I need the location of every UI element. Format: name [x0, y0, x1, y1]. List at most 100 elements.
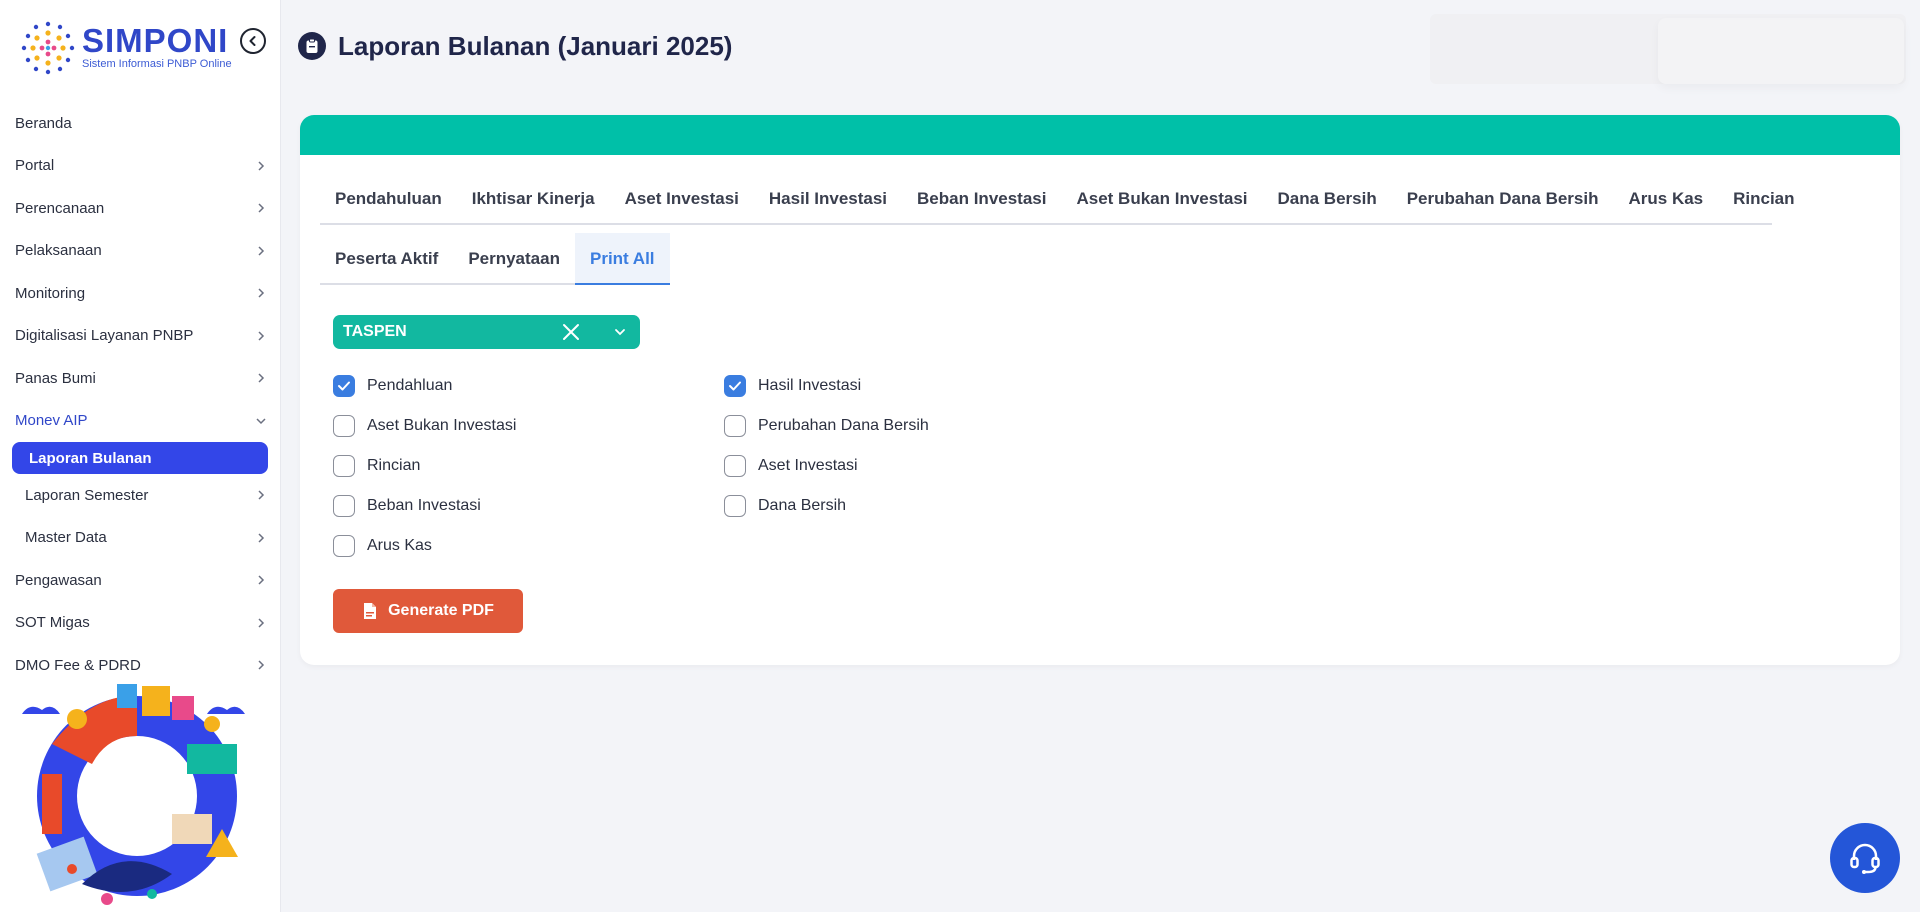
sidebar-item-label: Monev AIP — [15, 412, 88, 430]
sidebar-item-label: Portal — [15, 157, 55, 175]
generate-pdf-button[interactable]: Generate PDF — [333, 589, 523, 633]
tab-peserta-aktif[interactable]: Peserta Aktif — [320, 233, 453, 285]
sidebar-item-label: Digitalisasi Layanan PNBP — [15, 327, 194, 345]
brand-name: SIMPONI — [82, 22, 229, 59]
sidebar-item-dmo-fee[interactable]: DMO Fee & PDRD — [0, 644, 280, 687]
checkbox-label: Beban Investasi — [367, 497, 481, 514]
checkbox-aset-investasi[interactable]: Aset Investasi — [724, 453, 858, 479]
chevron-left-icon — [249, 36, 256, 46]
checkbox-label: Aset Bukan Investasi — [367, 417, 517, 434]
help-support-button[interactable] — [1830, 823, 1900, 893]
checkbox-rincian[interactable]: Rincian — [333, 453, 420, 479]
tab-arus-kas[interactable]: Arus Kas — [1613, 175, 1718, 223]
sidebar-item-monev-aip[interactable]: Monev AIP — [0, 400, 280, 443]
tab-aset-investasi[interactable]: Aset Investasi — [610, 175, 754, 223]
sidebar-item-label: Master Data — [25, 529, 107, 547]
chevron-right-icon — [258, 373, 265, 383]
chevron-right-icon — [258, 246, 265, 256]
checkbox-label: Hasil Investasi — [758, 377, 862, 394]
checkbox-aset-bukan-investasi[interactable]: Aset Bukan Investasi — [333, 413, 516, 439]
chevron-right-icon — [258, 288, 265, 298]
sidebar-item-perencanaan[interactable]: Perencanaan — [0, 187, 280, 230]
page-title: Laporan Bulanan (Januari 2025) — [338, 30, 733, 61]
tab-beban-investasi[interactable]: Beban Investasi — [902, 175, 1061, 223]
sidebar-item-pengawasan[interactable]: Pengawasan — [0, 559, 280, 602]
chevron-right-icon — [258, 533, 265, 543]
brand-logo[interactable]: SIMPONI Sistem Informasi PNBP Online — [18, 18, 258, 78]
tab-perubahan-dana-bersih[interactable]: Perubahan Dana Bersih — [1392, 175, 1614, 223]
checkbox-label: Dana Bersih — [758, 497, 847, 514]
checkbox-beban-investasi[interactable]: Beban Investasi — [333, 493, 481, 519]
tab-dana-bersih[interactable]: Dana Bersih — [1263, 175, 1392, 223]
sidebar-item-label: DMO Fee & PDRD — [15, 656, 141, 674]
pdf-file-icon — [364, 603, 377, 619]
checkbox-label: Rincian — [367, 457, 421, 474]
entity-select[interactable]: TASPEN — [333, 315, 640, 349]
chevron-right-icon — [258, 161, 265, 171]
checkbox-empty-icon[interactable] — [333, 535, 355, 557]
sidebar-item-label: Perencanaan — [15, 199, 105, 217]
chevron-right-icon — [258, 490, 265, 500]
sidebar-item-beranda[interactable]: Beranda — [0, 102, 280, 145]
report-card: Pendahuluan Ikhtisar Kinerja Aset Invest… — [300, 115, 1900, 665]
collapse-sidebar-button[interactable] — [240, 28, 266, 54]
checkbox-dana-bersih[interactable]: Dana Bersih — [724, 493, 846, 519]
checkbox-label: Pendahluan — [367, 377, 453, 394]
checkbox-empty-icon[interactable] — [333, 455, 355, 477]
primary-tabs: Pendahuluan Ikhtisar Kinerja Aset Invest… — [320, 175, 1795, 225]
tab-pernyataan[interactable]: Pernyataan — [453, 233, 575, 285]
chevron-right-icon — [258, 660, 265, 670]
brand-subtitle: Sistem Informasi PNBP Online — [82, 58, 232, 70]
checkbox-empty-icon[interactable] — [333, 495, 355, 517]
sidebar-item-master-data[interactable]: Master Data — [0, 517, 280, 560]
checkbox-label: Perubahan Dana Bersih — [758, 417, 929, 434]
chevron-right-icon — [258, 618, 265, 628]
checkbox-arus-kas[interactable]: Arus Kas — [333, 533, 432, 559]
sidebar-item-laporan-bulanan[interactable]: Laporan Bulanan — [12, 442, 268, 474]
checkbox-empty-icon[interactable] — [724, 495, 746, 517]
generate-pdf-label: Generate PDF — [388, 602, 494, 619]
page-header: Laporan Bulanan (Januari 2025) — [298, 28, 732, 64]
checkbox-empty-icon[interactable] — [724, 455, 746, 477]
sidebar-item-laporan-semester[interactable]: Laporan Semester — [0, 474, 280, 517]
checkbox-perubahan-dana-bersih[interactable]: Perubahan Dana Bersih — [724, 413, 929, 439]
clipboard-icon — [298, 32, 326, 60]
chevron-right-icon — [258, 203, 265, 213]
sidebar-item-portal[interactable]: Portal — [0, 145, 280, 188]
sidebar: SIMPONI Sistem Informasi PNBP Online Ber… — [0, 0, 280, 912]
sidebar-item-monitoring[interactable]: Monitoring — [0, 272, 280, 315]
chevron-down-icon[interactable] — [613, 325, 627, 339]
tab-print-all[interactable]: Print All — [574, 233, 670, 285]
tab-pendahuluan[interactable]: Pendahuluan — [320, 175, 457, 223]
checkbox-label: Aset Investasi — [758, 457, 858, 474]
headset-icon — [1850, 843, 1880, 874]
sidebar-nav: Beranda Portal Perencanaan Pelaksanaan M… — [0, 102, 280, 687]
checkbox-empty-icon[interactable] — [333, 415, 355, 437]
tab-rincian[interactable]: Rincian — [1718, 175, 1809, 223]
sidebar-illustration — [22, 684, 245, 905]
card-header-band — [300, 115, 1900, 155]
chevron-down-icon — [256, 418, 266, 424]
tab-ikhtisar-kinerja[interactable]: Ikhtisar Kinerja — [457, 175, 610, 223]
entity-select-value: TASPEN — [343, 323, 407, 340]
checkbox-pendahluan[interactable]: Pendahluan — [333, 373, 452, 399]
sidebar-item-label: Pelaksanaan — [15, 242, 102, 260]
tab-aset-bukan-investasi[interactable]: Aset Bukan Investasi — [1061, 175, 1262, 223]
user-menu-placeholder[interactable] — [1658, 18, 1904, 84]
checkbox-checked-icon[interactable] — [333, 375, 355, 397]
sidebar-item-label: Panas Bumi — [15, 369, 96, 387]
close-icon[interactable] — [561, 322, 581, 342]
checkbox-hasil-investasi[interactable]: Hasil Investasi — [724, 373, 861, 399]
sidebar-item-panas-bumi[interactable]: Panas Bumi — [0, 357, 280, 400]
checkbox-empty-icon[interactable] — [724, 415, 746, 437]
sidebar-item-label: Laporan Bulanan — [29, 449, 152, 467]
checkbox-checked-icon[interactable] — [724, 375, 746, 397]
sidebar-item-sot-migas[interactable]: SOT Migas — [0, 602, 280, 645]
sidebar-item-digitalisasi[interactable]: Digitalisasi Layanan PNBP — [0, 315, 280, 358]
chevron-right-icon — [258, 575, 265, 585]
sidebar-item-label: Laporan Semester — [25, 486, 149, 504]
sidebar-item-label: SOT Migas — [15, 614, 90, 632]
sidebar-item-label: Pengawasan — [15, 571, 102, 589]
tab-hasil-investasi[interactable]: Hasil Investasi — [754, 175, 902, 223]
sidebar-item-pelaksanaan[interactable]: Pelaksanaan — [0, 230, 280, 273]
